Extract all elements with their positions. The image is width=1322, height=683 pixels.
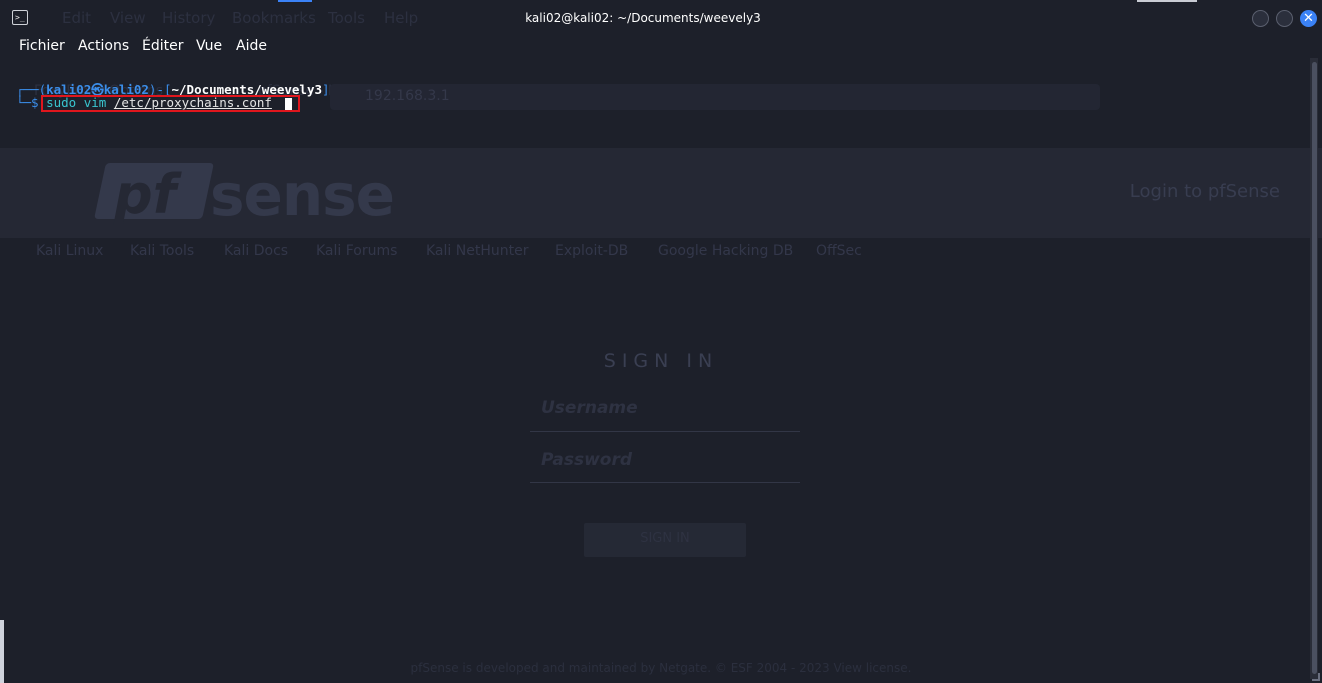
menu-vue[interactable]: Vue xyxy=(196,38,222,54)
bookmark-item: Kali NetHunter xyxy=(426,243,529,259)
bookmark-item: Kali Docs xyxy=(224,243,289,259)
pfsense-footer: pfSense is developed and maintained by N… xyxy=(410,661,912,675)
bookmark-item: OffSec xyxy=(816,243,862,259)
menu-fichier[interactable]: Fichier xyxy=(19,38,65,54)
bookmark-item: Kali Linux xyxy=(36,243,104,259)
window-titlebar[interactable]: >_ kali02@kali02: ~/Documents/weevely3 ✕ xyxy=(0,0,1322,36)
scrollbar-thumb[interactable] xyxy=(1312,62,1317,674)
pfsense-username-field: Username xyxy=(541,398,638,418)
bookmark-item: Exploit-DB xyxy=(555,243,629,259)
pfsense-logo: pf sense xyxy=(94,155,395,229)
pfsense-password-underline xyxy=(530,482,800,483)
text-cursor xyxy=(285,98,292,110)
close-icon: ✕ xyxy=(1303,11,1314,26)
bookmark-item: Kali Tools xyxy=(130,243,195,259)
pfsense-username-underline xyxy=(530,431,800,432)
resize-grip-icon[interactable] xyxy=(1312,673,1320,681)
desktop-edge xyxy=(0,620,4,683)
menu-editer[interactable]: Éditer xyxy=(142,38,183,54)
pfsense-signin-heading: SIGN IN xyxy=(603,350,719,372)
browser-url-text: 192.168.3.1 xyxy=(365,88,450,104)
pfsense-password-field: Password xyxy=(541,450,633,470)
bookmark-item: Google Hacking DB xyxy=(658,243,794,259)
bookmark-item: Kali Forums xyxy=(316,243,398,259)
command-highlight-box xyxy=(41,95,300,112)
menu-aide[interactable]: Aide xyxy=(236,38,267,54)
window-title: kali02@kali02: ~/Documents/weevely3 xyxy=(525,11,761,25)
close-button[interactable]: ✕ xyxy=(1300,10,1317,27)
prompt-close: ] xyxy=(322,82,330,97)
minimize-button[interactable] xyxy=(1252,10,1269,27)
pfsense-signin-button-label: SIGN IN xyxy=(640,531,690,546)
pfsense-login-title: Login to pfSense xyxy=(1129,181,1280,202)
terminal-menubar: Fichier Actions Éditer Vue Aide xyxy=(0,36,1322,58)
menu-actions[interactable]: Actions xyxy=(78,38,129,54)
browser-bookmarks-bar: Kali Linux Kali Tools Kali Docs Kali For… xyxy=(0,120,1322,259)
maximize-button[interactable] xyxy=(1276,10,1293,27)
